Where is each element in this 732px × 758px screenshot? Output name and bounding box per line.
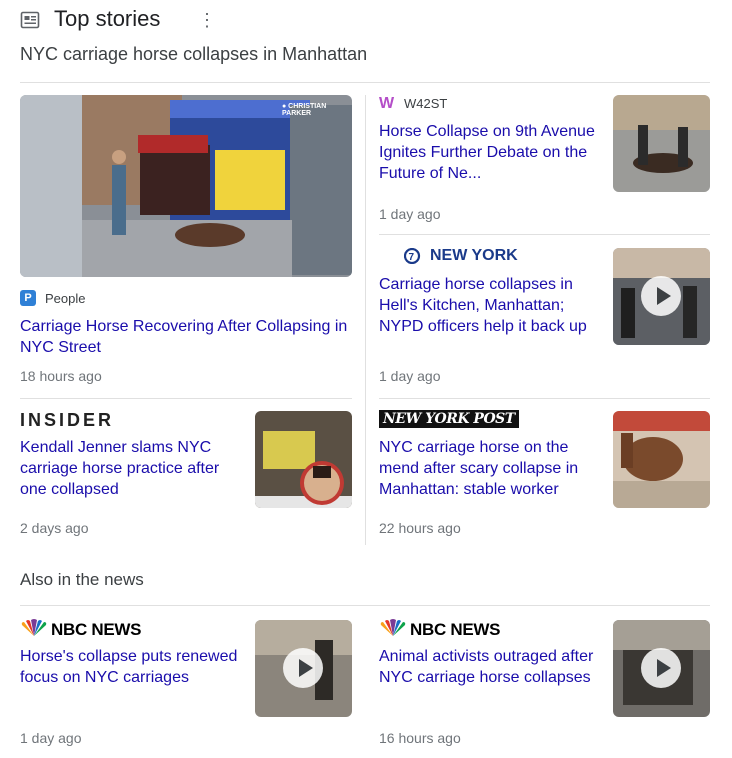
divider bbox=[379, 234, 710, 235]
section-title: Top stories bbox=[54, 6, 161, 31]
play-icon[interactable] bbox=[283, 648, 323, 688]
source-name: W42ST bbox=[404, 96, 448, 111]
story-time: 1 day ago bbox=[379, 368, 441, 384]
divider bbox=[379, 398, 710, 399]
nbc-peacock-icon bbox=[380, 619, 406, 636]
thumb-caption: ● CHRISTIAN PARKER bbox=[282, 103, 327, 117]
story-image[interactable] bbox=[613, 95, 710, 192]
source-name: People bbox=[45, 291, 86, 306]
play-icon[interactable] bbox=[641, 648, 681, 688]
column-divider bbox=[365, 95, 366, 545]
story-image[interactable]: ● CHRISTIAN PARKER bbox=[20, 95, 352, 277]
w42st-logo-icon: W bbox=[379, 95, 395, 112]
search-query: NYC carriage horse collapses in Manhatta… bbox=[20, 44, 368, 64]
story-image[interactable] bbox=[613, 411, 710, 508]
source-name: NEW YORK POST bbox=[379, 410, 519, 428]
story-time: 1 day ago bbox=[379, 206, 441, 222]
story-time: 2 days ago bbox=[20, 520, 89, 536]
street-photo bbox=[613, 95, 710, 192]
story-time: 22 hours ago bbox=[379, 520, 461, 536]
people-logo-icon: P bbox=[20, 290, 36, 306]
nbc-peacock-icon bbox=[21, 619, 47, 636]
story-headline[interactable]: Animal activists outraged after NYC carr… bbox=[379, 646, 604, 688]
divider bbox=[20, 82, 710, 83]
story-time: 16 hours ago bbox=[379, 730, 461, 746]
video-thumbnail[interactable] bbox=[255, 620, 352, 717]
video-thumbnail[interactable] bbox=[613, 248, 710, 345]
story-headline[interactable]: Horse's collapse puts renewed focus on N… bbox=[20, 646, 245, 688]
protest-photo bbox=[255, 411, 352, 508]
story-headline[interactable]: NYC carriage horse on the mend after sca… bbox=[379, 437, 604, 500]
video-thumbnail[interactable] bbox=[613, 620, 710, 717]
also-in-news-title: Also in the news bbox=[20, 570, 144, 589]
story-headline[interactable]: Carriage Horse Recovering After Collapsi… bbox=[20, 316, 360, 358]
story-headline[interactable]: Kendall Jenner slams NYC carriage horse … bbox=[20, 437, 245, 500]
story-headline[interactable]: Carriage horse collapses in Hell's Kitch… bbox=[379, 274, 604, 337]
street-photo bbox=[20, 95, 352, 277]
source-name: INSIDER bbox=[20, 410, 115, 430]
story-time: 1 day ago bbox=[20, 730, 82, 746]
source-name: NEW YORK bbox=[430, 247, 518, 264]
abc7-logo-icon: 7 bbox=[404, 248, 421, 264]
story-time: 18 hours ago bbox=[20, 368, 102, 384]
story-image[interactable] bbox=[255, 411, 352, 508]
horse-photo bbox=[613, 411, 710, 508]
story-headline[interactable]: Horse Collapse on 9th Avenue Ignites Fur… bbox=[379, 121, 604, 184]
divider bbox=[20, 398, 352, 399]
play-icon[interactable] bbox=[641, 276, 681, 316]
svg-text:7: 7 bbox=[409, 252, 415, 263]
news-icon bbox=[20, 11, 40, 29]
source-name: NBC NEWS bbox=[51, 620, 142, 639]
divider bbox=[20, 605, 710, 606]
more-options-icon[interactable]: ⋮ bbox=[198, 9, 216, 31]
source-name: NBC NEWS bbox=[410, 620, 501, 639]
